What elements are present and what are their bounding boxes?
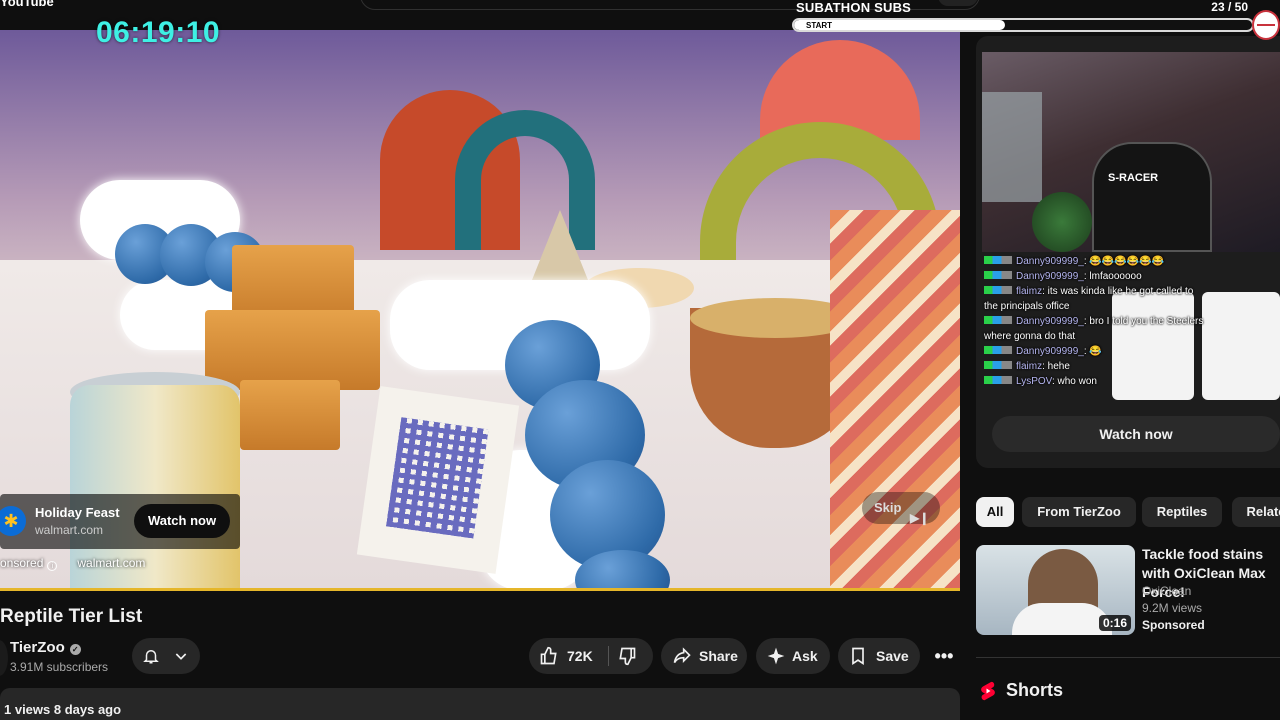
like-dislike-group: 72K [529, 638, 653, 674]
ad-title: Holiday Feast [35, 505, 120, 520]
ad-card[interactable]: ✱ Holiday Feast walmart.com Watch now [0, 494, 240, 549]
chat-message: Danny909999_: 😂 [984, 344, 1274, 359]
live-watch-now-button[interactable]: Watch now [992, 416, 1280, 452]
chat-username[interactable]: Danny909999_ [1016, 316, 1084, 327]
chat-message: Danny909999_: lmfaoooooo [984, 269, 1274, 284]
chat-text: : 😂😂😂😂😂😂 [1083, 256, 1165, 267]
info-icon[interactable]: i [47, 561, 58, 571]
chip-reptiles[interactable]: Reptiles [1142, 497, 1222, 527]
verified-icon: ✓ [69, 644, 81, 655]
shorts-label: Shorts [1006, 680, 1064, 700]
views-and-date: 1 views 8 days ago [4, 702, 122, 717]
video-progress-bar[interactable] [0, 588, 960, 591]
ask-label: Ask [792, 648, 818, 664]
chat-username[interactable]: flaimz [1016, 286, 1042, 297]
chat-username[interactable]: flaimz [1016, 361, 1042, 372]
ad-domain: walmart.com [35, 523, 104, 537]
channel-avatar[interactable] [0, 640, 8, 676]
save-button[interactable]: Save [838, 638, 920, 674]
ask-button[interactable]: Ask [756, 638, 830, 674]
section-divider [976, 657, 1280, 658]
chip-related[interactable]: Related [1232, 497, 1280, 527]
subscriber-count: 3.91M subscribers [10, 660, 109, 674]
chat-message: flaimz: hehe [984, 359, 1274, 374]
share-button[interactable]: Share [661, 638, 747, 674]
chat-badges-icon [984, 316, 1012, 324]
scene-qr-code-card [356, 386, 520, 574]
ad-sponsored-label: onsored [0, 556, 44, 570]
cam-window [982, 92, 1042, 202]
subathon-label: SUBATHON SUBS [796, 0, 912, 15]
subathon-widget: SUBATHON SUBS 23 / 50 START [792, 0, 1254, 34]
chat-message: LysPOV: who won [984, 374, 1274, 389]
thumbs-down-icon[interactable] [617, 646, 637, 666]
chat-message: Danny909999_: bro I told you the Steeler… [984, 314, 1204, 344]
chat-text: : who won [1051, 376, 1097, 387]
chat-badges-icon [984, 286, 1012, 294]
live-chat: Danny909999_: 😂😂😂😂😂😂 Danny909999_: lmfaoo… [984, 254, 1274, 416]
notification-bell-button[interactable] [132, 638, 200, 674]
more-horizontal-icon: ••• [934, 646, 954, 666]
skip-next-icon: ▶❙ [910, 511, 930, 525]
live-stream-panel[interactable]: S-RACER Danny909999_: 😂😂😂😂😂😂 Danny909999_… [976, 36, 1280, 468]
chat-badges-icon [984, 271, 1012, 279]
bell-icon [143, 650, 159, 664]
scene-cake-block [240, 380, 340, 450]
chat-message: Danny909999_: 😂😂😂😂😂😂 [984, 254, 1274, 269]
streamer-webcam: S-RACER [982, 52, 1280, 252]
thumbnail-shirt [1012, 603, 1112, 635]
ad-sponsored-row: onsored i walmart.com [0, 556, 145, 571]
subathon-start-label: START [806, 21, 833, 30]
channel-name-row[interactable]: TierZoo ✓ [10, 639, 81, 656]
skip-label: Skip [874, 500, 902, 515]
scene-cake-block [262, 310, 380, 390]
save-label: Save [876, 648, 909, 664]
like-count[interactable]: 72K [567, 638, 593, 674]
subathon-count: 23 / 50 [1211, 0, 1248, 14]
recommendation-channel[interactable]: OxiClean [1142, 584, 1191, 598]
bookmark-icon [852, 647, 864, 666]
chat-message: flaimz: its was kinda like he got called… [984, 284, 1204, 314]
cam-gaming-chair [1092, 142, 1212, 252]
ad-sponsored-domain[interactable]: walmart.com [77, 556, 145, 570]
share-icon [673, 647, 691, 664]
chat-text: : 😂 [1083, 346, 1102, 357]
recommendation-sponsored-label: Sponsored [1142, 618, 1205, 632]
chat-badges-icon [984, 361, 1012, 369]
recommendation-views: 9.2M views [1142, 601, 1203, 615]
like-divider [608, 646, 609, 666]
chat-text: : lmfaoooooo [1083, 271, 1142, 282]
skip-ad-button[interactable]: Skip ▶❙ [862, 492, 940, 525]
recommendation-thumbnail[interactable]: 0:16 [976, 545, 1135, 635]
chat-badges-icon [984, 376, 1012, 384]
share-label: Share [699, 648, 738, 664]
chip-from-tierzoo[interactable]: From TierZoo [1022, 497, 1136, 527]
channel-name[interactable]: TierZoo [10, 639, 65, 656]
sparkle-icon [767, 647, 785, 665]
more-actions-button[interactable]: ••• [928, 638, 960, 674]
shorts-icon [981, 681, 995, 701]
scene-striped-ribbon [830, 210, 960, 590]
chevron-down-icon [175, 653, 187, 660]
chat-username[interactable]: Danny909999_ [1016, 256, 1084, 267]
video-title: Reptile Tier List [0, 606, 143, 627]
chat-badges-icon [984, 346, 1012, 354]
walmart-logo-icon: ✱ [0, 506, 26, 536]
stream-timer: 06:19:10 [96, 16, 221, 49]
chat-username[interactable]: LysPOV [1016, 376, 1052, 387]
cam-christmas-tree [1032, 192, 1092, 252]
subathon-progress-bar: START [792, 18, 1254, 32]
ad-watch-now-button[interactable]: Watch now [134, 504, 230, 538]
chat-username[interactable]: Danny909999_ [1016, 271, 1084, 282]
chip-all[interactable]: All [976, 497, 1014, 527]
thumbs-up-icon[interactable] [539, 646, 559, 666]
cam-chair-label: S-RACER [1108, 172, 1159, 184]
chat-badges-icon [984, 256, 1012, 264]
chat-username[interactable]: Danny909999_ [1016, 346, 1084, 357]
video-duration: 0:16 [1098, 615, 1131, 631]
youtube-logo[interactable]: YouTube [0, 0, 54, 9]
description-box[interactable]: 1 views 8 days ago [0, 688, 960, 720]
chat-text: : hehe [1042, 361, 1070, 372]
stream-logo-icon [1252, 10, 1280, 40]
